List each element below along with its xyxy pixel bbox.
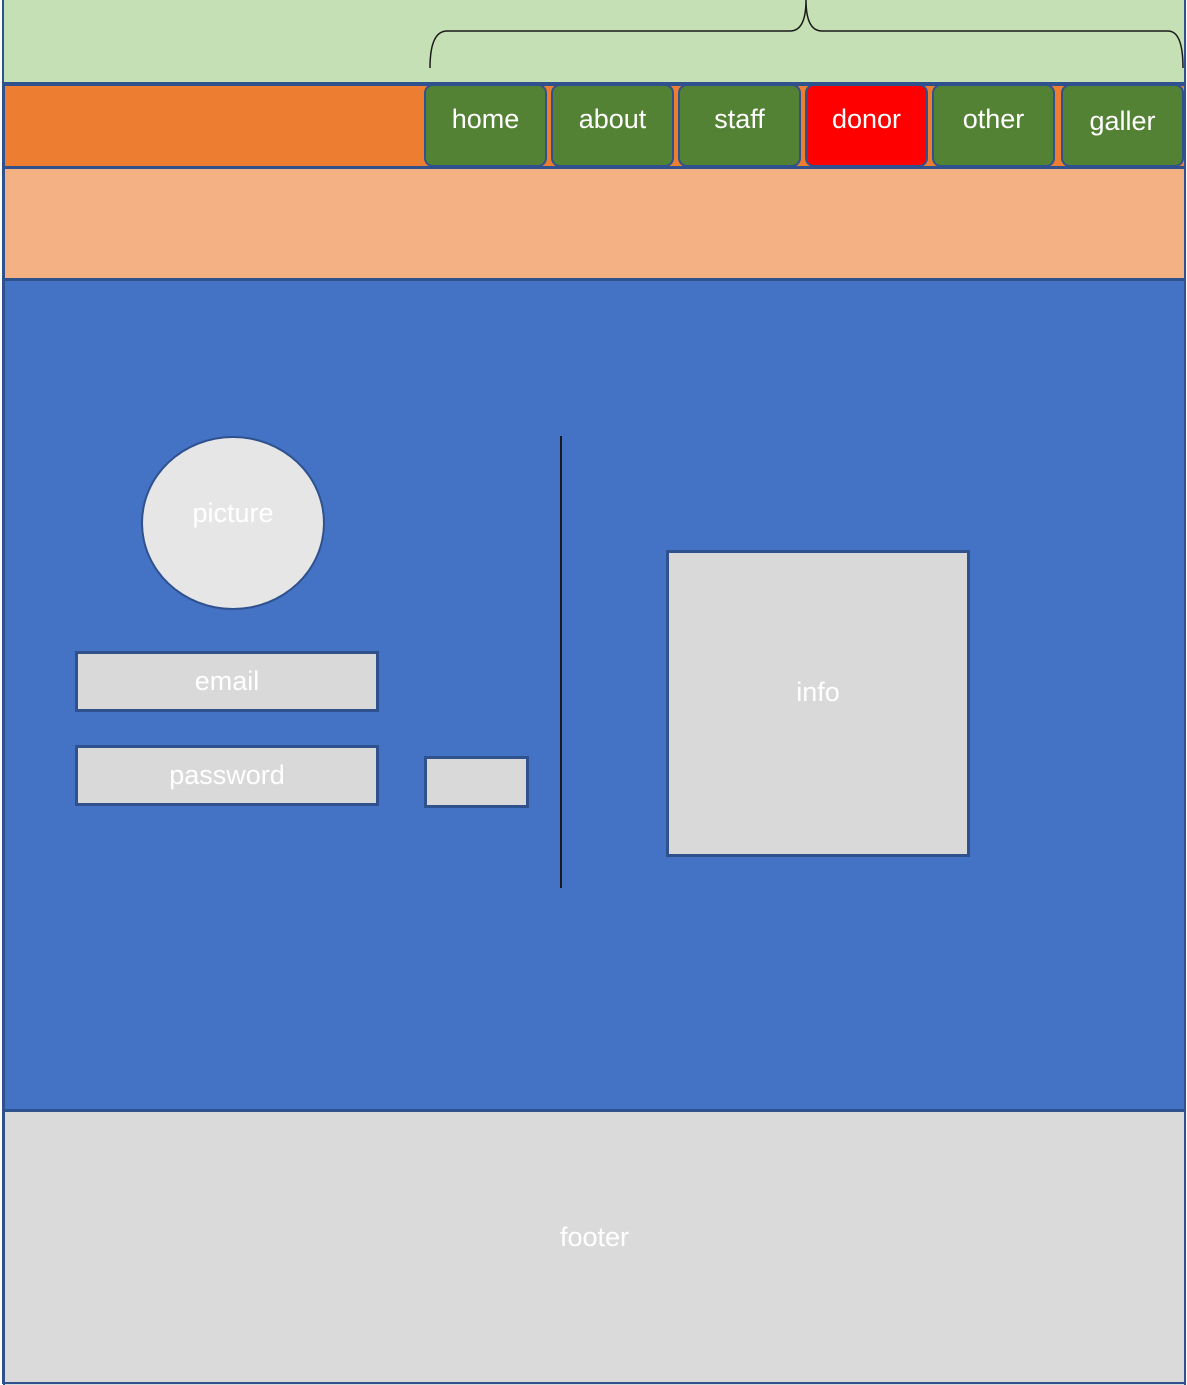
nav-group-brace <box>429 0 1184 69</box>
info-panel: info <box>666 550 970 857</box>
nav-other-button[interactable]: other <box>932 84 1055 167</box>
nav-about-button[interactable]: about <box>551 84 674 167</box>
nav-home-button[interactable]: home <box>424 84 547 167</box>
profile-picture: picture <box>141 436 325 610</box>
footer: footer <box>3 1110 1186 1385</box>
submit-button[interactable] <box>424 756 529 808</box>
vertical-divider <box>560 436 562 888</box>
nav-staff-button[interactable]: staff <box>678 84 801 167</box>
password-field[interactable]: password <box>75 745 379 806</box>
banner <box>3 167 1186 280</box>
nav-gallery-button[interactable]: galler <box>1061 84 1184 167</box>
nav-donor-button[interactable]: donor <box>805 84 928 167</box>
email-field[interactable]: email <box>75 651 379 712</box>
